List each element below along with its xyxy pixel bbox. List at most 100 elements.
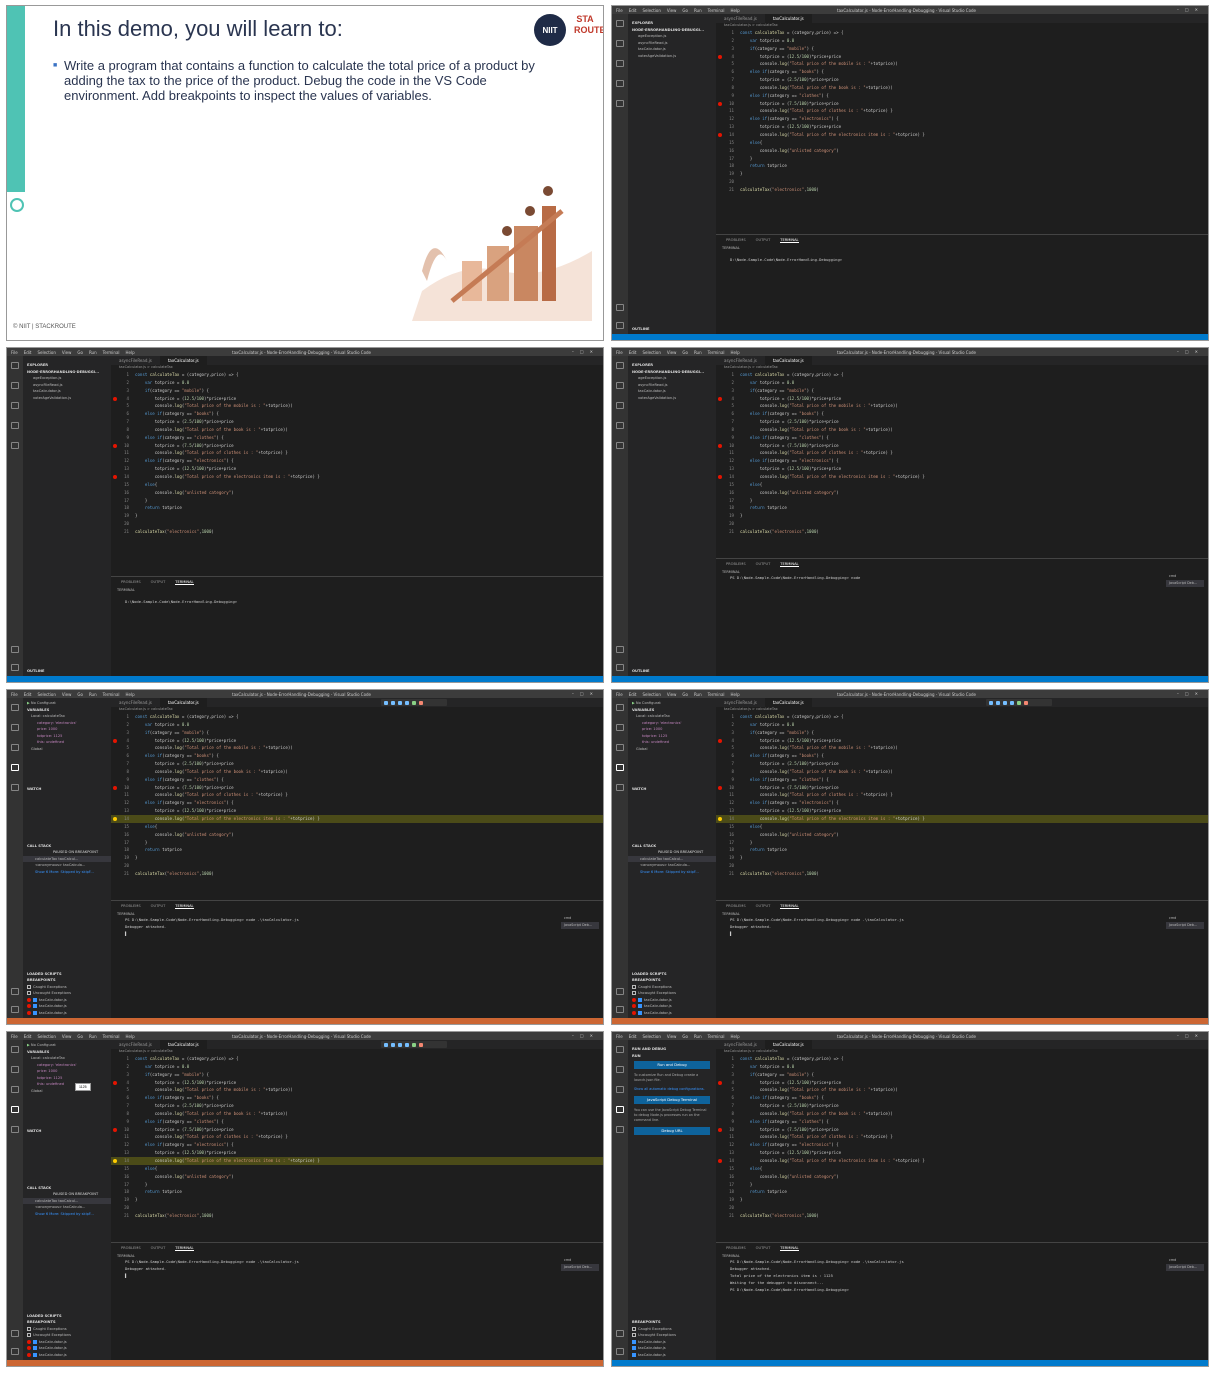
line-number[interactable]: 9 <box>716 776 740 784</box>
code-line[interactable]: 20 <box>716 862 1208 870</box>
menu-edit[interactable]: Edit <box>24 350 32 355</box>
breakpoint-icon[interactable] <box>113 1127 117 1132</box>
code-line[interactable]: 6 else if(category == "books") { <box>716 1094 1208 1102</box>
code-line[interactable]: 13 totprice = (12.5/100)*price+price <box>111 807 603 815</box>
code-line[interactable]: 10 totprice = (7.5/100)*price+price <box>716 100 1208 108</box>
line-number[interactable]: 8 <box>716 84 740 92</box>
code-line[interactable]: 3 if(category == "mobile") { <box>111 729 603 737</box>
menu-file[interactable]: File <box>616 8 623 13</box>
code-line[interactable]: 16 console.log("unlisted category") <box>111 1173 603 1181</box>
line-number[interactable]: 12 <box>716 799 740 807</box>
menu-edit[interactable]: Edit <box>629 350 637 355</box>
code-line[interactable]: 5 console.log("Total price of the mobile… <box>716 402 1208 410</box>
tab-output[interactable]: OUTPUT <box>756 904 771 909</box>
terminal-item-cmd[interactable]: cmd <box>1166 573 1204 580</box>
bp-file[interactable]: taxCalculator.js <box>628 1010 716 1017</box>
line-number[interactable]: 17 <box>716 155 740 163</box>
terminal-panel[interactable]: PROBLEMS OUTPUT TERMINAL TERMINAL PS D:\… <box>111 900 603 1018</box>
window-controls[interactable]: –□✕ <box>1177 1033 1204 1038</box>
line-number[interactable]: 12 <box>716 115 740 123</box>
code-lines[interactable]: 1 const calculateTax = (category,price) =… <box>111 1055 603 1220</box>
line-number[interactable]: 7 <box>111 1102 135 1110</box>
code-line[interactable]: 17 } <box>716 839 1208 847</box>
terminal-item-cmd[interactable]: cmd <box>561 915 599 922</box>
debug-url-button[interactable]: Debug URL <box>634 1127 710 1135</box>
line-number[interactable]: 13 <box>111 1149 135 1157</box>
breakpoint-icon[interactable] <box>718 785 722 790</box>
menu-go[interactable]: Go <box>682 8 688 13</box>
checkbox-icon[interactable] <box>33 997 37 1002</box>
code-line[interactable]: 16 console.log("unlisted category") <box>111 831 603 839</box>
line-number[interactable]: 15 <box>111 823 135 831</box>
line-number[interactable]: 16 <box>111 489 135 497</box>
tab-problems[interactable]: PROBLEMS <box>121 1246 141 1251</box>
code-line[interactable]: 4 totprice = (12.5/100)*price+price <box>716 53 1208 61</box>
line-number[interactable]: 5 <box>111 1086 135 1094</box>
terminal-panel[interactable]: PROBLEMS OUTPUT TERMINAL TERMINAL PS D:\… <box>111 1242 603 1360</box>
code-line[interactable]: 13 totprice = (12.5/100)*price+price <box>111 465 603 473</box>
source-control-icon[interactable] <box>11 744 19 751</box>
search-icon[interactable] <box>11 382 19 389</box>
code-lines[interactable]: 1 const calculateTax = (category,price) =… <box>111 713 603 878</box>
code-line[interactable]: 19} <box>716 1196 1208 1204</box>
code-line[interactable]: 18 return totprice <box>716 162 1208 170</box>
code-line[interactable]: 7 totprice = (2.5/100)*price+price <box>111 1102 603 1110</box>
code-line[interactable]: 8 console.log("Total price of the book i… <box>716 426 1208 434</box>
line-number[interactable]: 11 <box>716 791 740 799</box>
code-line[interactable]: 3 if(category == "mobile") { <box>716 1071 1208 1079</box>
window-controls[interactable]: –□✕ <box>572 349 599 354</box>
line-number[interactable]: 11 <box>111 1133 135 1141</box>
terminal-panel[interactable]: PROBLEMS OUTPUT TERMINAL TERMINAL PS D:\… <box>716 1242 1208 1360</box>
checkbox-icon[interactable] <box>33 1352 37 1357</box>
line-number[interactable]: 6 <box>111 410 135 418</box>
menu-selection[interactable]: Selection <box>37 692 55 697</box>
search-icon[interactable] <box>11 1066 19 1073</box>
line-number[interactable]: 13 <box>111 807 135 815</box>
restart-icon[interactable] <box>1017 700 1021 705</box>
code-line[interactable]: 8 console.log("Total price of the book i… <box>716 84 1208 92</box>
gear-icon[interactable] <box>616 1006 624 1013</box>
code-line[interactable]: 16 console.log("unlisted category") <box>716 831 1208 839</box>
code-lines[interactable]: 1 const calculateTax = (category,price) =… <box>716 713 1208 878</box>
code-line[interactable]: 18 return totprice <box>111 1188 603 1196</box>
code-line[interactable]: 1 const calculateTax = (category,price) =… <box>716 713 1208 721</box>
code-line[interactable]: 10 totprice = (7.5/100)*price+price <box>716 1126 1208 1134</box>
tab-asyncfileread[interactable]: asyncFileRead.js <box>716 698 765 707</box>
menu-view[interactable]: View <box>667 8 677 13</box>
code-line[interactable]: 16 console.log("unlisted category") <box>111 489 603 497</box>
code-line[interactable]: 10 totprice = (7.5/100)*price+price <box>716 784 1208 792</box>
line-number[interactable]: 10 <box>111 784 135 792</box>
menu-run[interactable]: Run <box>89 350 97 355</box>
step-out-icon[interactable] <box>405 1042 409 1047</box>
watch-header[interactable]: WATCH <box>23 1128 111 1135</box>
code-line[interactable]: 9 else if(category == "clothes") { <box>111 776 603 784</box>
code-editor[interactable]: asyncFileRead.js taxCalculator.js taxCal… <box>111 1040 603 1260</box>
bp-file[interactable]: taxCalculator.js <box>23 1010 111 1017</box>
code-line[interactable]: 2 var totprice = 0.0 <box>716 721 1208 729</box>
code-lines[interactable]: 1 const calculateTax = (category,price) =… <box>111 371 603 536</box>
step-over-icon[interactable] <box>996 700 1000 705</box>
code-line[interactable]: 3 if(category == "mobile") { <box>111 1071 603 1079</box>
menu-file[interactable]: File <box>11 350 18 355</box>
bp-file[interactable]: taxCalculator.js <box>23 1352 111 1359</box>
code-line[interactable]: 14 console.log("Total price of the elect… <box>716 814 1208 823</box>
line-number[interactable]: 19 <box>111 512 135 520</box>
code-line[interactable]: 4 totprice = (12.5/100)*price+price <box>716 1079 1208 1087</box>
files-icon[interactable] <box>616 362 624 369</box>
line-number[interactable]: 14 <box>111 473 135 481</box>
line-number[interactable]: 12 <box>111 799 135 807</box>
code-line[interactable]: 20 <box>716 178 1208 186</box>
watch-header[interactable]: WATCH <box>23 786 111 793</box>
terminal-panel[interactable]: PROBLEMS OUTPUT TERMINAL TERMINAL PS D:\… <box>716 558 1208 676</box>
line-number[interactable]: 19 <box>111 854 135 862</box>
menu-help[interactable]: Help <box>731 350 740 355</box>
code-line[interactable]: 1 const calculateTax = (category,price) =… <box>716 1055 1208 1063</box>
line-number[interactable]: 4 <box>111 1079 135 1087</box>
code-line[interactable]: 9 else if(category == "clothes") { <box>716 92 1208 100</box>
line-number[interactable]: 6 <box>716 68 740 76</box>
menu-run[interactable]: Run <box>89 692 97 697</box>
line-number[interactable]: 14 <box>716 131 740 139</box>
line-number[interactable]: 8 <box>111 426 135 434</box>
tab-problems[interactable]: PROBLEMS <box>726 238 746 243</box>
code-line[interactable]: 2 var totprice = 0.0 <box>716 1063 1208 1071</box>
